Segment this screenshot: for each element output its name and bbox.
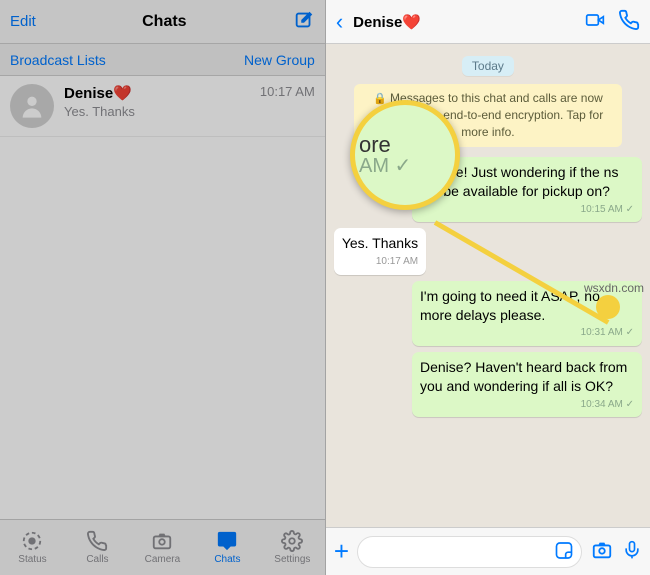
- new-group-link[interactable]: New Group: [244, 52, 315, 68]
- chat-row[interactable]: Denise❤️ 10:17 AM Yes. Thanks: [0, 76, 325, 137]
- video-call-icon[interactable]: [582, 10, 608, 33]
- date-separator: Today: [462, 56, 514, 76]
- tab-calls[interactable]: Calls: [65, 520, 130, 575]
- tab-settings-label: Settings: [274, 554, 310, 565]
- chat-list: Denise❤️ 10:17 AM Yes. Thanks: [0, 76, 325, 519]
- conversation-header: ‹ Denise❤️: [326, 0, 650, 44]
- camera-icon[interactable]: [590, 539, 614, 564]
- tab-status-label: Status: [18, 554, 46, 565]
- contact-name[interactable]: Denise❤️: [353, 13, 572, 31]
- voice-call-icon[interactable]: [618, 9, 640, 34]
- message-meta: 10:34 AM ✓: [420, 398, 634, 412]
- chats-header: Edit Chats: [0, 0, 325, 44]
- compose-icon[interactable]: [293, 9, 315, 34]
- tab-camera[interactable]: Camera: [130, 520, 195, 575]
- tab-bar: Status Calls Camera Chats Settings: [0, 519, 325, 575]
- avatar: [10, 84, 54, 128]
- attach-icon[interactable]: +: [334, 536, 349, 567]
- message-text: Yes. Thanks: [342, 235, 418, 251]
- chat-name: Denise❤️: [64, 84, 132, 102]
- chat-snippet: Yes. Thanks: [64, 104, 315, 119]
- chat-time: 10:17 AM: [260, 84, 315, 102]
- check-icon: ✓: [626, 327, 634, 338]
- message-input[interactable]: [357, 536, 582, 568]
- watermark: wsxdn.com: [584, 281, 644, 295]
- tab-settings[interactable]: Settings: [260, 520, 325, 575]
- magnifier-text-bottom: AM ✓: [359, 155, 411, 177]
- magnifier-text-top: ore: [359, 134, 455, 156]
- tab-camera-label: Camera: [145, 554, 181, 565]
- tab-chats-label: Chats: [214, 554, 240, 565]
- chats-subheader: Broadcast Lists New Group: [0, 44, 325, 76]
- tab-calls-label: Calls: [86, 554, 108, 565]
- message-meta: 10:17 AM: [342, 255, 418, 269]
- broadcast-lists-link[interactable]: Broadcast Lists: [10, 52, 106, 68]
- tab-status[interactable]: Status: [0, 520, 65, 575]
- annotation-magnifier: ore AM ✓: [350, 100, 460, 210]
- chats-title: Chats: [142, 13, 186, 31]
- chats-pane: Edit Chats Broadcast Lists New Group Den…: [0, 0, 326, 575]
- back-icon[interactable]: ‹: [336, 9, 343, 35]
- mic-icon[interactable]: [622, 538, 642, 565]
- input-bar: +: [326, 527, 650, 575]
- tab-chats[interactable]: Chats: [195, 520, 260, 575]
- message-meta: 10:31 AM ✓: [420, 326, 634, 340]
- check-icon: ✓: [626, 399, 634, 410]
- annotation-dot: [596, 295, 620, 319]
- message-in[interactable]: Yes. Thanks 10:17 AM: [334, 228, 426, 274]
- message-text: Denise? Haven't heard back from you and …: [420, 359, 627, 394]
- edit-button[interactable]: Edit: [10, 13, 36, 30]
- message-out[interactable]: Denise? Haven't heard back from you and …: [412, 352, 642, 417]
- sticker-icon[interactable]: [554, 540, 574, 563]
- check-icon: ✓: [626, 204, 634, 215]
